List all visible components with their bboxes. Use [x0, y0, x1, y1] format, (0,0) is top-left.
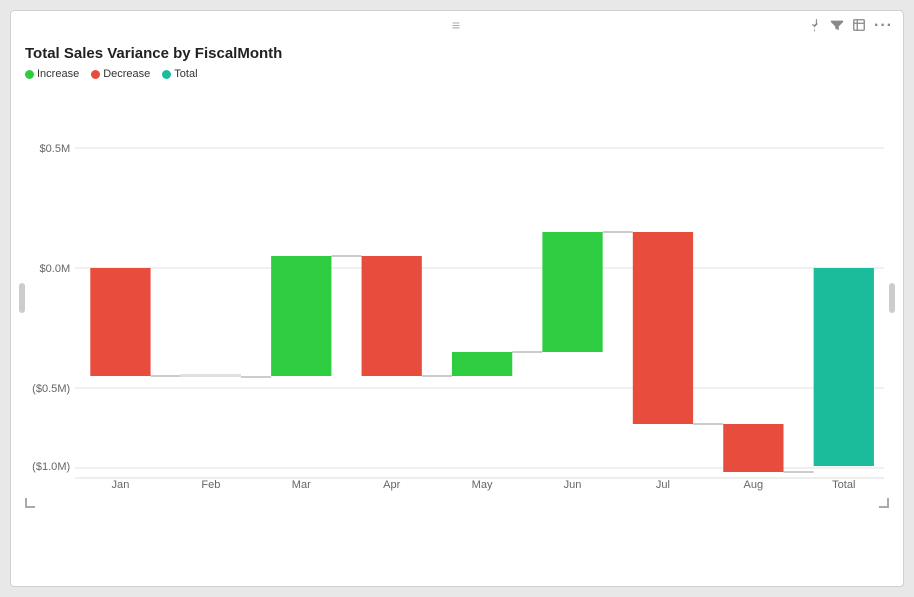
bar-may — [452, 352, 512, 376]
y-label-neg05m: ($0.5M) — [32, 383, 70, 395]
legend-label-increase: Increase — [37, 68, 79, 80]
legend-item-decrease: Decrease — [91, 68, 150, 80]
bar-jul — [633, 232, 693, 424]
resize-handle-bottom-right[interactable] — [879, 498, 889, 508]
x-label-apr: Apr — [383, 479, 401, 491]
legend-item-increase: Increase — [25, 68, 79, 80]
legend-item-total: Total — [162, 68, 197, 80]
resize-handle-bottom-left[interactable] — [25, 498, 35, 508]
pin-icon[interactable] — [808, 18, 822, 35]
bar-mar — [271, 256, 331, 376]
y-label-neg1m: ($1.0M) — [32, 461, 70, 473]
bar-feb — [181, 374, 241, 377]
legend-label-total: Total — [174, 68, 197, 80]
x-label-jul: Jul — [656, 479, 670, 491]
x-label-feb: Feb — [201, 479, 220, 491]
bar-jan — [90, 268, 150, 376]
bar-apr — [362, 256, 422, 376]
bar-jun — [542, 232, 602, 352]
bar-aug — [723, 424, 783, 472]
y-label-0m: $0.0M — [40, 263, 71, 275]
y-label-05m: $0.5M — [40, 143, 71, 155]
x-label-mar: Mar — [292, 479, 311, 491]
drag-handle-icon: ≡ — [452, 17, 462, 33]
x-label-jan: Jan — [112, 479, 130, 491]
x-label-total: Total — [832, 479, 855, 491]
drag-handle-bar[interactable]: ≡ — [11, 11, 903, 39]
bar-total — [814, 268, 874, 466]
chart-title: Total Sales Variance by FiscalMonth — [25, 45, 889, 62]
legend-label-decrease: Decrease — [103, 68, 150, 80]
legend-dot-total — [162, 70, 171, 79]
waterfall-chart-svg: $0.5M $0.0M ($0.5M) ($1.0M) — [25, 88, 889, 508]
resize-handle-right[interactable] — [889, 283, 895, 313]
resize-handle-left[interactable] — [19, 283, 25, 313]
x-label-aug: Aug — [744, 479, 764, 491]
toolbar: ··· — [808, 17, 893, 35]
legend-dot-increase — [25, 70, 34, 79]
chart-legend: Increase Decrease Total — [25, 68, 889, 80]
chart-area: $0.5M $0.0M ($0.5M) ($1.0M) — [25, 88, 889, 508]
x-label-jun: Jun — [564, 479, 582, 491]
more-options-icon[interactable]: ··· — [874, 17, 893, 35]
filter-icon[interactable] — [830, 18, 844, 35]
expand-icon[interactable] — [852, 18, 866, 35]
chart-card: ≡ ··· Total Sales Variance by FiscalMont… — [10, 10, 904, 587]
legend-dot-decrease — [91, 70, 100, 79]
x-label-may: May — [472, 479, 493, 491]
